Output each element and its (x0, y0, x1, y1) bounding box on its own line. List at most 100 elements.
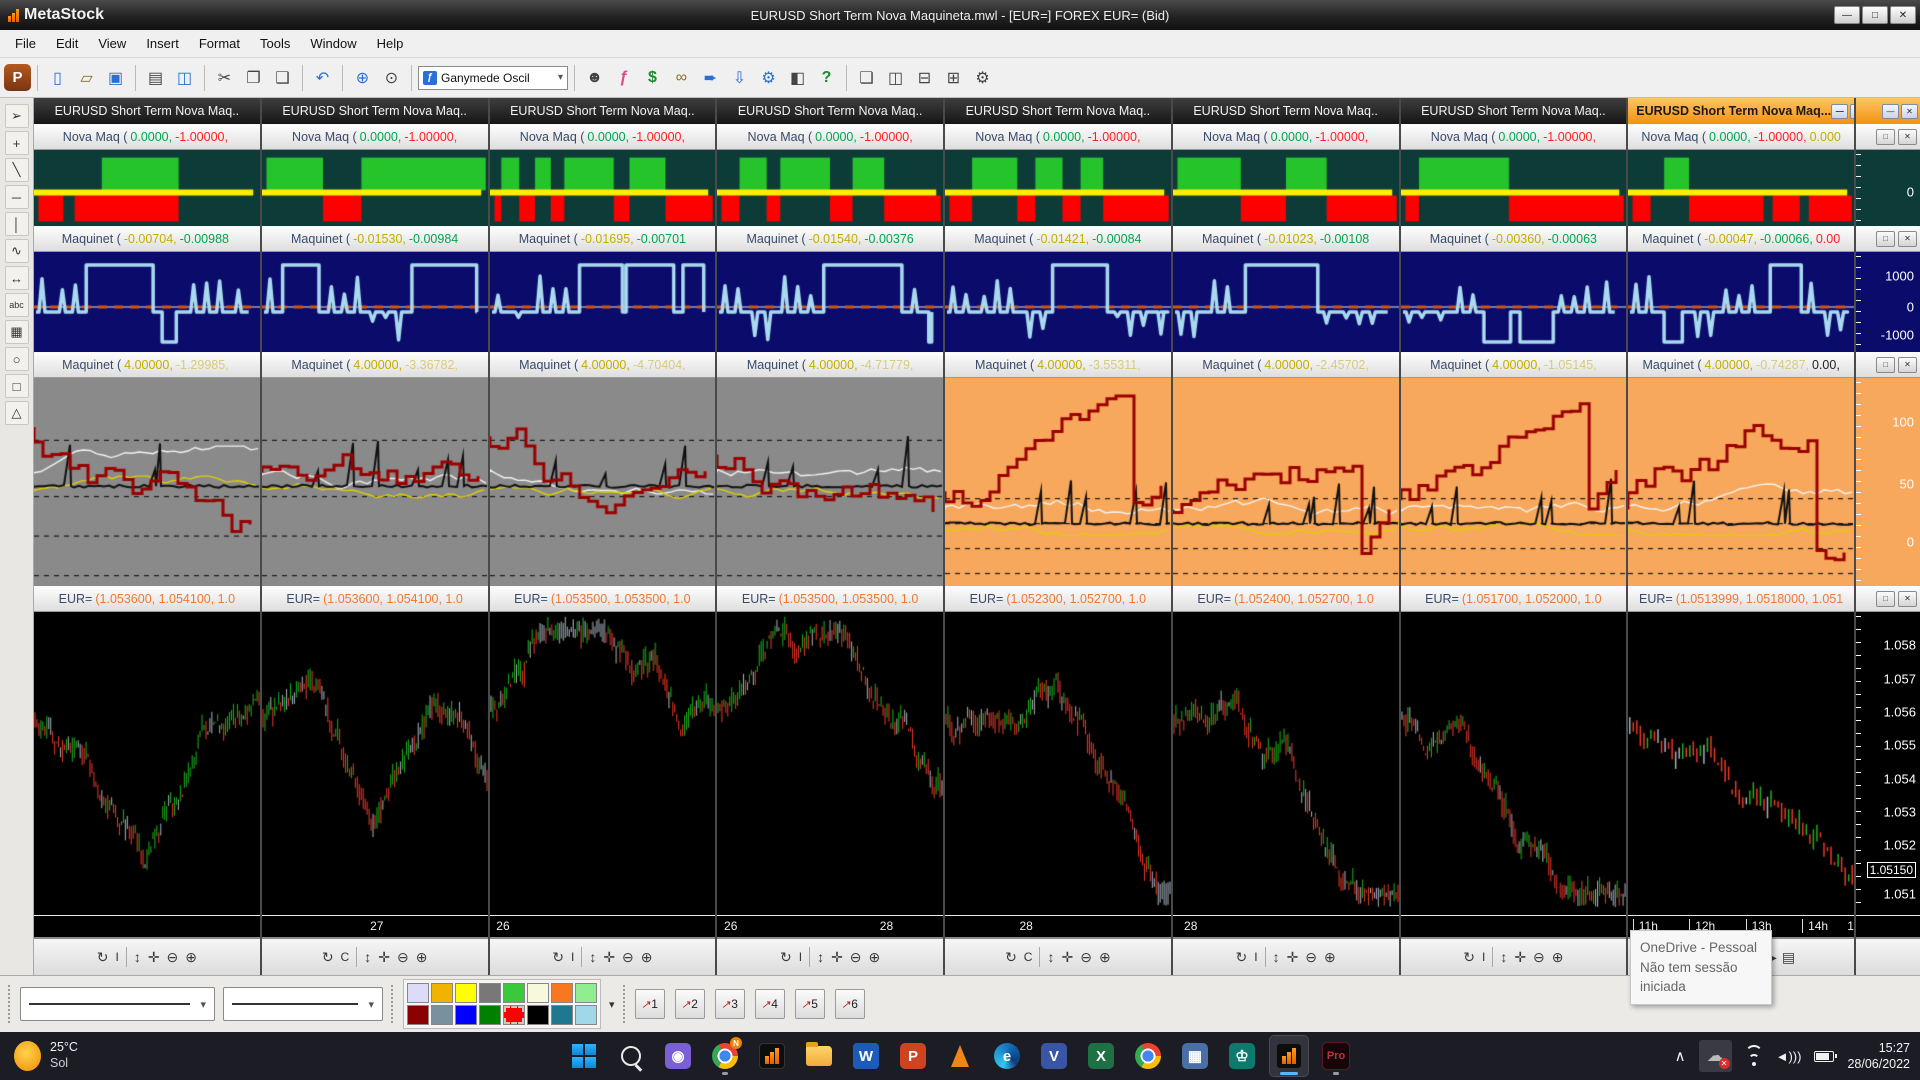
crosshair-icon[interactable]: ⊕ (349, 64, 376, 91)
vertical-scale-icon[interactable]: ↕ (134, 949, 141, 965)
column-title[interactable]: EURUSD Short Term Nova Maq.. (490, 98, 716, 124)
text-tool-icon[interactable]: abc (5, 293, 29, 317)
ellipse-tool-icon[interactable]: ○ (5, 347, 29, 371)
powerpoint-button[interactable]: P (894, 1036, 932, 1076)
metastock-active-button[interactable] (1270, 1036, 1308, 1076)
volume-icon[interactable]: ◄))) (1776, 1049, 1802, 1064)
print-preview-icon[interactable]: ◫ (171, 64, 198, 91)
palette-swatch[interactable] (503, 983, 525, 1003)
refresh-icon[interactable]: ↻ (1463, 949, 1475, 966)
zoom-in-icon[interactable]: ⊕ (869, 949, 881, 966)
column-title[interactable]: EURUSD Short Term Nova Maq... — □ ✕ (1628, 98, 1854, 124)
child-minimize-button[interactable]: — (1831, 104, 1848, 119)
layout-button-6[interactable]: ↗6 (835, 989, 865, 1019)
menu-file[interactable]: File (6, 33, 45, 54)
pane-close-button[interactable]: ✕ (1898, 231, 1917, 247)
layout-button-3[interactable]: ↗3 (715, 989, 745, 1019)
price-chart-canvas[interactable] (34, 612, 260, 915)
child-maximize-button[interactable]: □ (1850, 104, 1854, 119)
downloader-icon[interactable]: ⇩ (726, 64, 753, 91)
oscillator-axis[interactable]: 1000 0 -1000 (1856, 252, 1920, 352)
edge-button[interactable]: e (988, 1036, 1026, 1076)
periodicity-letter[interactable]: I (1254, 950, 1257, 964)
pane-restore-button[interactable]: □ (1876, 357, 1895, 373)
zoom-in-icon[interactable]: ⊕ (185, 949, 197, 966)
minimize-button[interactable]: — (1834, 6, 1860, 24)
tile-charts-icon[interactable]: ⊟ (911, 64, 938, 91)
file-explorer-button[interactable] (800, 1036, 838, 1076)
price-chart-canvas[interactable] (717, 612, 943, 915)
workspace-gear-icon[interactable]: ⚙ (969, 64, 996, 91)
step-chart-canvas[interactable] (1173, 378, 1399, 586)
periodicity-letter[interactable]: I (571, 950, 574, 964)
periodicity-letter[interactable]: C (341, 950, 350, 964)
refresh-icon[interactable]: ↻ (552, 949, 564, 966)
new-icon[interactable]: ▯ (44, 64, 71, 91)
start-button[interactable] (565, 1036, 603, 1076)
step-chart-canvas[interactable] (945, 378, 1171, 586)
line-weight-combobox[interactable]: ▾ (223, 987, 383, 1021)
nova-chart-canvas[interactable] (717, 150, 943, 226)
palette-swatch[interactable] (407, 1005, 429, 1025)
palette-swatch[interactable] (455, 983, 477, 1003)
periodicity-letter[interactable]: I (1482, 950, 1485, 964)
chat-button[interactable]: ◉ (659, 1036, 697, 1076)
menu-help[interactable]: Help (368, 33, 413, 54)
palette-swatch[interactable] (431, 1005, 453, 1025)
indicator-combobox[interactable]: ƒ Ganymede Oscil ▾ (418, 66, 568, 90)
price-chart-canvas[interactable] (945, 612, 1171, 915)
grid-tool-icon[interactable]: ▦ (5, 320, 29, 344)
palette-swatch[interactable] (503, 1005, 525, 1025)
search-button[interactable] (612, 1036, 650, 1076)
child-minimize-button[interactable]: — (1882, 104, 1899, 119)
move-icon[interactable]: ✛ (1514, 949, 1526, 966)
nova-chart-canvas[interactable] (490, 150, 716, 226)
explorer-binoculars-icon[interactable]: ∞ (668, 64, 695, 91)
chevron-down-icon[interactable]: ▾ (558, 72, 563, 83)
palette-swatch[interactable] (575, 983, 597, 1003)
vertical-scale-icon[interactable]: ↕ (1500, 949, 1507, 965)
date-axis[interactable] (34, 915, 260, 937)
date-axis[interactable]: 28 (945, 915, 1171, 937)
nova-chart-canvas[interactable] (945, 150, 1171, 226)
step-chart-canvas[interactable] (1628, 378, 1854, 586)
price-chart-canvas[interactable] (1401, 612, 1627, 915)
pane-restore-button[interactable]: □ (1876, 591, 1895, 607)
nova-chart-canvas[interactable] (1173, 150, 1399, 226)
pane-restore-button[interactable]: □ (1876, 129, 1895, 145)
toolbar-grip[interactable] (8, 985, 12, 1023)
column-title[interactable]: EURUSD Short Term Nova Maq.. (34, 98, 260, 124)
vertical-scale-icon[interactable]: ↕ (1273, 949, 1280, 965)
column-title[interactable]: EURUSD Short Term Nova Maq.. (262, 98, 488, 124)
vertical-scale-icon[interactable]: ↕ (817, 949, 824, 965)
nova-chart-canvas[interactable] (1401, 150, 1627, 226)
move-icon[interactable]: ✛ (148, 949, 160, 966)
trendline-icon[interactable]: ╲ (5, 158, 29, 182)
column-title[interactable]: EURUSD Short Term Nova Maq.. (1401, 98, 1627, 124)
nova-axis[interactable]: 0 (1856, 150, 1920, 226)
oscillator-chart-canvas[interactable] (1173, 252, 1399, 352)
menu-edit[interactable]: Edit (47, 33, 87, 54)
powerpoint-docked-icon[interactable]: P (4, 64, 31, 91)
refresh-icon[interactable]: ↻ (97, 949, 109, 966)
vertical-line-icon[interactable]: │ (5, 212, 29, 236)
menu-view[interactable]: View (89, 33, 135, 54)
vertical-scale-icon[interactable]: ↕ (589, 949, 596, 965)
zoom-out-icon[interactable]: ⊖ (850, 949, 862, 966)
oscillator-chart-canvas[interactable] (717, 252, 943, 352)
zoom-out-icon[interactable]: ⊖ (1305, 949, 1317, 966)
child-close-button[interactable]: ✕ (1901, 104, 1918, 119)
battery-icon[interactable] (1814, 1051, 1834, 1062)
save-icon[interactable]: ▣ (102, 64, 129, 91)
zoom-in-icon[interactable]: ⊕ (1324, 949, 1336, 966)
oscillator-chart-canvas[interactable] (945, 252, 1171, 352)
excel-button[interactable]: X (1082, 1036, 1120, 1076)
zoom-out-icon[interactable]: ⊖ (1533, 949, 1545, 966)
chrome-profile-button[interactable] (1129, 1036, 1167, 1076)
column-title[interactable]: EURUSD Short Term Nova Maq.. (717, 98, 943, 124)
column-title[interactable]: EURUSD Short Term Nova Maq.. (1173, 98, 1399, 124)
oscillator-chart-canvas[interactable] (34, 252, 260, 352)
chrome-button[interactable]: N (706, 1036, 744, 1076)
menu-insert[interactable]: Insert (137, 33, 188, 54)
toolbar-grip[interactable] (391, 985, 395, 1023)
